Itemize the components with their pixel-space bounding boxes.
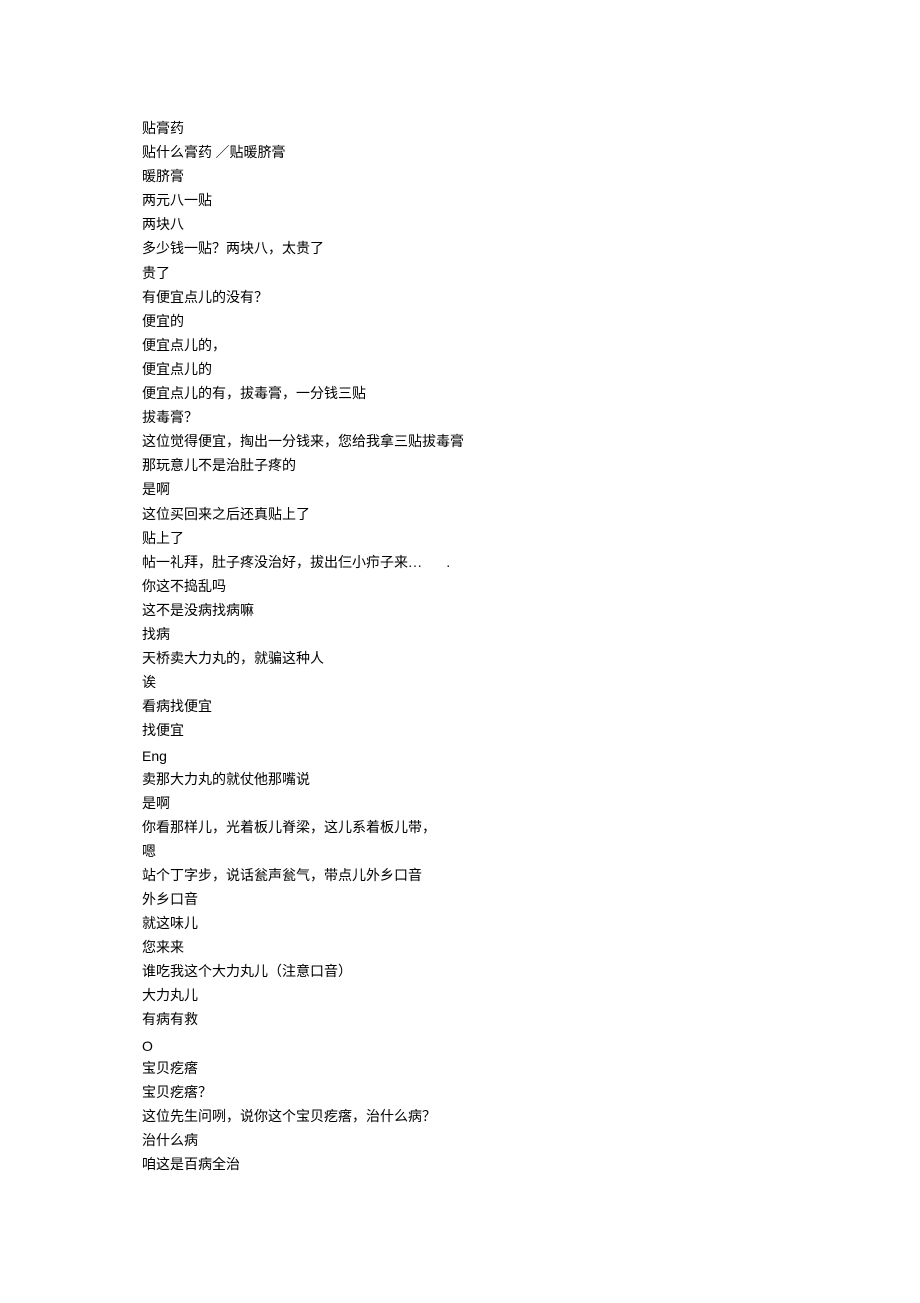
text-line: 暖脐膏: [142, 166, 782, 190]
text-line: 两元八一贴: [142, 190, 782, 214]
text-line: 拔毒膏？: [142, 407, 782, 431]
text-line: 这不是没病找病嘛: [142, 600, 782, 624]
text-line: 贵了: [142, 263, 782, 287]
text-line: 便宜点儿的有，拔毒膏，一分钱三贴: [142, 383, 782, 407]
text-line: 便宜的: [142, 311, 782, 335]
text-line: 找病: [142, 624, 782, 648]
text-line: 宝贝疙瘩: [142, 1058, 782, 1082]
text-line: 找便宜: [142, 720, 782, 744]
text-line: 帖一礼拜，肚子疼没治好，拔出仨小疖子来… .: [142, 552, 782, 576]
text-line: 有病有救: [142, 1009, 782, 1033]
document-page: 贴膏药 贴什么膏药 ／贴暖脐膏 暖脐膏 两元八一贴 两块八 多少钱一贴？两块八，…: [0, 0, 782, 1178]
text-line: 天桥卖大力丸的，就骗这种人: [142, 648, 782, 672]
text-line: 看病找便宜: [142, 696, 782, 720]
text-line: 外乡口音: [142, 889, 782, 913]
text-line: 你这不捣乱吗: [142, 576, 782, 600]
text-line: 这位先生问咧，说你这个宝贝疙瘩，治什么病？: [142, 1106, 782, 1130]
text-line: 您来来: [142, 937, 782, 961]
text-line: 卖那大力丸的就仗他那嘴说: [142, 769, 782, 793]
text-line: 宝贝疙瘩？: [142, 1082, 782, 1106]
text-line: 两块八: [142, 214, 782, 238]
text-line: 诶: [142, 672, 782, 696]
text-line: 多少钱一贴？两块八，太贵了: [142, 238, 782, 262]
text-line: 便宜点儿的: [142, 359, 782, 383]
text-line: 贴上了: [142, 528, 782, 552]
text-line: 治什么病: [142, 1130, 782, 1154]
text-line: 这位买回来之后还真贴上了: [142, 504, 782, 528]
text-line: 就这味儿: [142, 913, 782, 937]
text-line: 谁吃我这个大力丸儿（注意口音）: [142, 961, 782, 985]
text-line: 你看那样儿，光着板儿脊梁，这儿系着板儿带，: [142, 817, 782, 841]
text-line: 咱这是百病全治: [142, 1154, 782, 1178]
text-line: 大力丸儿: [142, 985, 782, 1009]
text-line: 便宜点儿的，: [142, 335, 782, 359]
text-line: 是啊: [142, 479, 782, 503]
text-line: 嗯: [142, 841, 782, 865]
text-line: O: [142, 1034, 782, 1058]
text-line: Eng: [142, 744, 782, 768]
text-line: 贴膏药: [142, 118, 782, 142]
text-line: 那玩意儿不是治肚子疼的: [142, 455, 782, 479]
text-line: 站个丁字步，说话瓮声瓮气，带点儿外乡口音: [142, 865, 782, 889]
text-line: 这位觉得便宜，掏出一分钱来，您给我拿三贴拔毒膏: [142, 431, 782, 455]
text-line: 贴什么膏药 ／贴暖脐膏: [142, 142, 782, 166]
text-line: 有便宜点儿的没有？: [142, 287, 782, 311]
text-line: 是啊: [142, 793, 782, 817]
